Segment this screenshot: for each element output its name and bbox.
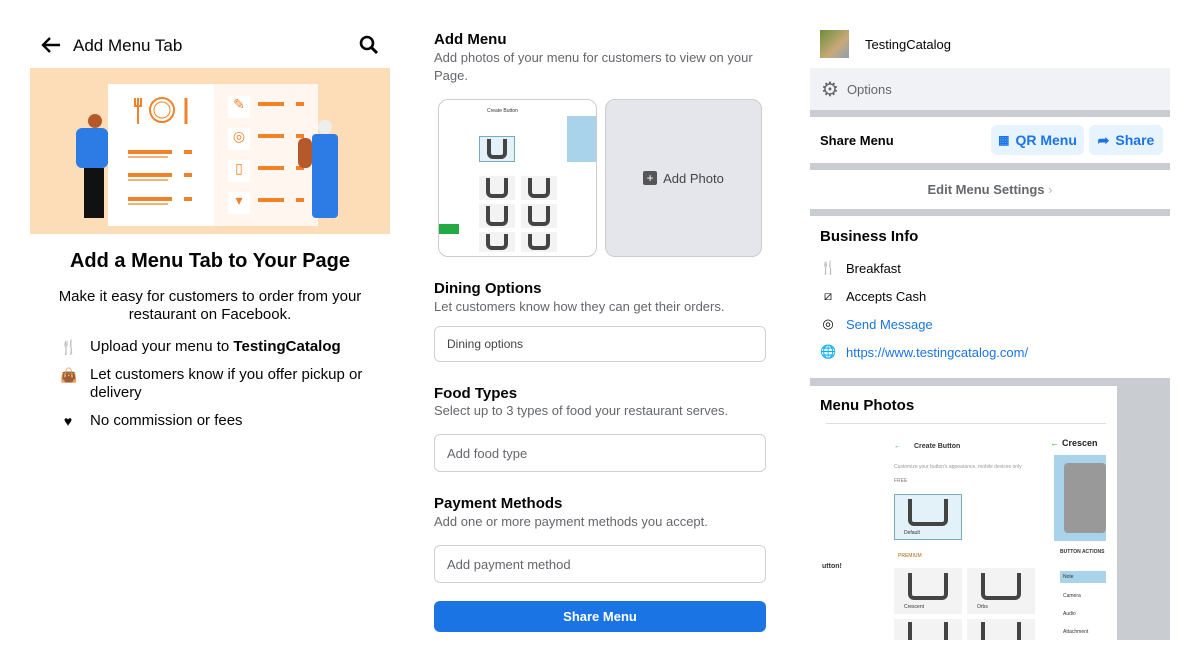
feature-text: Let customers know if you offer pickup o… (90, 366, 363, 401)
photo-text: Note (1060, 571, 1106, 583)
add-photo-icon: + (643, 171, 658, 185)
back-arrow-icon[interactable] (40, 36, 62, 54)
divider (810, 163, 1170, 170)
options-row[interactable]: ⚙ Options (810, 68, 1170, 110)
item-text: https://www.testingcatalog.com/ (846, 344, 1029, 360)
dining-options-select[interactable]: Dining options (434, 326, 766, 362)
heart-icon: ♥ (63, 413, 73, 429)
photo-side-title: Crescen (1062, 438, 1098, 448)
item-text: Send Message (846, 316, 933, 332)
photo-text: PREMIUM (898, 553, 922, 559)
photo-text: Crescent (904, 604, 925, 610)
payment-methods-description: Add one or more payment methods you acce… (434, 514, 708, 529)
food-types-title: Food Types (434, 385, 518, 402)
chevron-right-icon: › (1048, 182, 1053, 197)
photo-text: Audio (1063, 611, 1076, 617)
add-photo-button[interactable]: + Add Photo (605, 99, 762, 257)
options-label: Options (846, 81, 892, 97)
photo-text: BUTTON ACTIONS (1060, 549, 1105, 555)
avatar[interactable] (820, 30, 849, 58)
page-name: TestingCatalog (233, 338, 341, 355)
page-name[interactable]: TestingCatalog (865, 37, 951, 52)
photo-text: utton! (822, 563, 842, 570)
photo-text: Orbs (977, 604, 988, 610)
gear-icon: ⚙ (821, 78, 839, 101)
edit-menu-settings-link[interactable]: Edit Menu Settings › (810, 182, 1170, 197)
business-info-item: ⧄ Accepts Cash (820, 288, 926, 304)
dining-options-title: Dining Options (434, 280, 542, 297)
shopping-bag-icon: 👜 (60, 367, 78, 383)
qr-menu-button[interactable]: ▦ QR Menu (991, 125, 1084, 155)
dining-options-description: Let customers know how they can get thei… (434, 299, 725, 314)
business-info-title: Business Info (820, 228, 919, 245)
messenger-icon: ◎ (822, 316, 834, 331)
add-photo-label: Add Photo (663, 170, 724, 186)
photo-text: Create Button (914, 443, 961, 450)
utensils-icon: 🍴 (60, 339, 78, 355)
payment-method-input[interactable]: Add payment method (434, 545, 766, 583)
feature-text: No commission or fees (90, 412, 243, 429)
send-message-link[interactable]: ◎ Send Message (820, 316, 933, 332)
page-subtitle: Make it easy for customers to order from… (58, 288, 362, 323)
share-arrow-icon: ➦ (1097, 131, 1110, 148)
feature-item: 🍴 Upload your menu to TestingCatalog (60, 338, 370, 356)
menu-photo[interactable]: ← Create Button Customize your button's … (822, 427, 1106, 640)
page-title: Add a Menu Tab to Your Page (69, 250, 351, 272)
menu-illustration: ✎ ◎ ▯ ▾ (30, 68, 390, 234)
divider (810, 209, 1170, 216)
business-info-item: 🍴 Breakfast (820, 260, 901, 276)
search-icon[interactable] (359, 35, 379, 55)
photo-text: Customize your button's appearance, mobi… (894, 464, 1022, 470)
divider (810, 110, 1170, 117)
share-menu-button[interactable]: Share Menu (434, 601, 766, 632)
photo-text: Create Button (487, 108, 518, 114)
feature-item: ♥ No commission or fees (60, 412, 370, 430)
add-menu-description: Add photos of your menu for customers to… (434, 50, 753, 83)
utensils-icon: 🍴 (820, 260, 837, 275)
menu-photo-thumbnail[interactable]: Create Button (438, 99, 597, 257)
feature-text: Upload your menu to (90, 338, 234, 355)
edit-settings-label: Edit Menu Settings (927, 182, 1045, 197)
food-type-input[interactable]: Add food type (434, 434, 766, 472)
add-menu-title: Add Menu (434, 31, 507, 48)
website-link[interactable]: 🌐 https://www.testingcatalog.com/ (820, 344, 1028, 360)
qr-code-icon: ▦ (998, 133, 1010, 147)
globe-icon: 🌐 (820, 344, 837, 359)
share-button[interactable]: ➦ Share (1089, 125, 1163, 155)
menu-photos-title: Menu Photos (820, 397, 915, 414)
feature-item: 👜 Let customers know if you offer pickup … (60, 366, 370, 402)
photo-text: FREE (894, 478, 908, 484)
qr-menu-label: QR Menu (1015, 132, 1077, 148)
header-title: Add Menu Tab (73, 36, 183, 55)
item-text: Accepts Cash (846, 288, 927, 304)
share-menu-label: Share Menu (820, 133, 894, 148)
photo-text: Camera (1063, 593, 1081, 599)
payment-methods-title: Payment Methods (434, 495, 563, 512)
item-text: Breakfast (846, 260, 901, 276)
share-label: Share (1115, 132, 1155, 148)
food-types-description: Select up to 3 types of food your restau… (434, 403, 729, 418)
cash-icon: ⧄ (823, 288, 833, 303)
photo-text: Attachment (1063, 629, 1089, 635)
photo-text: Default (904, 530, 920, 536)
